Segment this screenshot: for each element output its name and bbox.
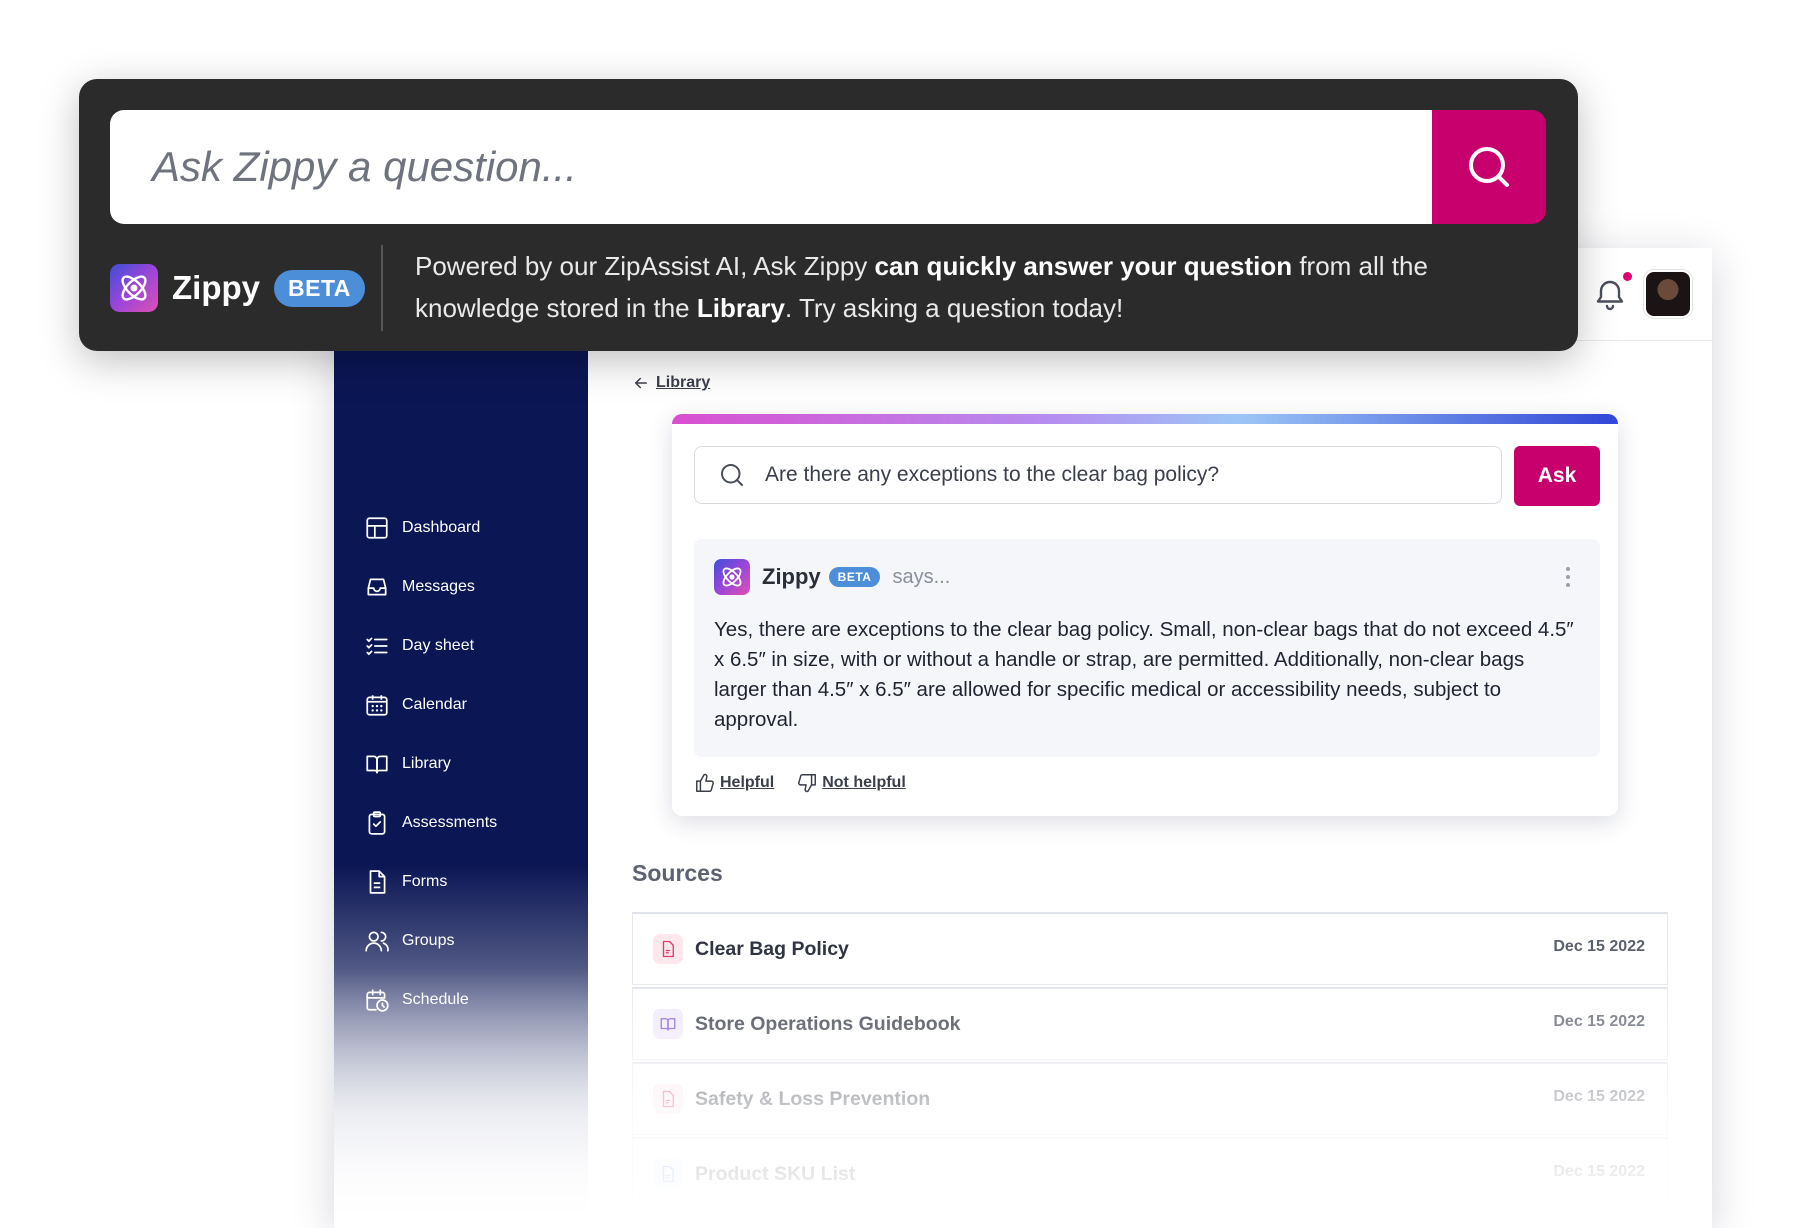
document-icon [653, 1159, 683, 1189]
source-date: Dec 15 2022 [1553, 1013, 1645, 1030]
zippy-logo-icon [110, 264, 158, 312]
calendar-icon [366, 694, 388, 716]
sidebar-item-calendar[interactable]: Calendar [364, 675, 584, 734]
source-row[interactable]: Safety & Loss Prevention Dec 15 2022 [632, 1062, 1668, 1135]
thumbs-up-icon [696, 773, 714, 792]
sidebar-item-groups[interactable]: Groups [364, 911, 584, 970]
search-icon [721, 464, 743, 486]
sidebar-item-label: Messages [402, 577, 475, 595]
source-title: Product SKU List [695, 1162, 856, 1185]
inbox-icon [367, 578, 387, 595]
helpful-button[interactable]: Helpful [694, 772, 774, 794]
card-gradient-bar [672, 414, 1618, 424]
source-row[interactable]: Clear Bag Policy Dec 15 2022 [632, 912, 1668, 985]
sidebar-item-assessments[interactable]: Assessments [364, 793, 584, 852]
pdf-icon [653, 1084, 683, 1114]
source-date: Dec 15 2022 [1553, 1163, 1645, 1180]
zippy-answer-card: Are there any exceptions to the clear ba… [672, 414, 1618, 816]
answer-box: Zippy BETA says... Yes, there are except… [694, 539, 1600, 757]
sidebar-item-label: Dashboard [402, 518, 481, 536]
beta-badge: BETA [274, 269, 365, 307]
source-title: Clear Bag Policy [695, 937, 849, 960]
ask-button[interactable]: Ask [1514, 446, 1600, 506]
source-date: Dec 15 2022 [1553, 938, 1645, 955]
zippy-brand: Zippy BETA [110, 264, 365, 312]
says-label: says... [892, 565, 951, 588]
not-helpful-button[interactable]: Not helpful [796, 772, 906, 794]
question-input[interactable]: Are there any exceptions to the clear ba… [694, 446, 1502, 504]
zippy-name: Zippy [762, 564, 821, 589]
sidebar-item-messages[interactable]: Messages [364, 557, 584, 616]
sidebar-item-day-sheet[interactable]: Day sheet [364, 616, 584, 675]
sources-list: Clear Bag Policy Dec 15 2022 Store Opera… [632, 912, 1668, 1212]
desc-part: . Try asking a question today! [785, 293, 1124, 323]
book-icon [366, 755, 388, 774]
sidebar-item-label: Library [402, 754, 451, 772]
desc-part: Powered by our ZipAssist AI, Ask Zippy [415, 251, 875, 281]
sidebar-item-library[interactable]: Library [364, 734, 584, 793]
ask-zippy-placeholder: Ask Zippy a question... [152, 143, 577, 190]
breadcrumb[interactable]: Library [632, 374, 710, 392]
sidebar-item-forms[interactable]: Forms [364, 852, 584, 911]
sidebar-item-label: Day sheet [402, 636, 475, 654]
sidebar: Dashboard Messages Day sheet Calendar Li… [334, 248, 588, 1228]
pdf-icon [653, 934, 683, 964]
not-helpful-label: Not helpful [822, 774, 906, 791]
arrow-left-icon [635, 377, 647, 389]
avatar[interactable] [1644, 270, 1692, 318]
overlay-description: Powered by our ZipAssist AI, Ask Zippy c… [415, 245, 1525, 329]
brand-name: Zippy [172, 269, 260, 306]
desc-emphasis: can quickly answer your question [874, 251, 1293, 281]
source-date: Dec 15 2022 [1553, 1088, 1645, 1105]
answer-header: Zippy BETA says... [714, 559, 950, 595]
ask-zippy-input[interactable]: Ask Zippy a question... [110, 110, 1432, 224]
sidebar-nav: Dashboard Messages Day sheet Calendar Li… [364, 498, 584, 1029]
sources-title: Sources [632, 860, 723, 886]
desc-emphasis: Library [696, 293, 786, 323]
clipboard-check-icon [368, 810, 386, 835]
book-icon [653, 1009, 683, 1039]
feedback-bar: Helpful Not helpful [694, 772, 928, 794]
sidebar-item-label: Groups [402, 931, 455, 949]
sidebar-item-label: Schedule [402, 990, 469, 1008]
dashboard-icon [366, 516, 388, 539]
sidebar-item-schedule[interactable]: Schedule [364, 970, 584, 1029]
search-button[interactable] [1432, 110, 1546, 224]
helpful-label: Helpful [720, 774, 775, 791]
notification-dot [1623, 272, 1632, 281]
thumbs-down-icon [798, 774, 817, 793]
source-title: Store Operations Guidebook [695, 1012, 961, 1035]
sidebar-item-label: Forms [402, 872, 448, 890]
answer-text: Yes, there are exceptions to the clear b… [714, 618, 1574, 731]
users-icon [365, 930, 389, 952]
zippy-logo-icon [714, 559, 750, 595]
ask-zippy-panel: Ask Zippy a question... Zippy BETA Power… [79, 79, 1578, 351]
source-row[interactable]: Product SKU List Dec 15 2022 [632, 1137, 1668, 1210]
divider [381, 245, 383, 331]
sidebar-item-label: Assessments [402, 813, 498, 831]
calendar-clock-icon [366, 988, 389, 1012]
breadcrumb-library-link[interactable]: Library [656, 374, 710, 392]
question-text: Are there any exceptions to the clear ba… [765, 463, 1220, 486]
bell-icon[interactable] [1592, 276, 1628, 312]
sidebar-item-dashboard[interactable]: Dashboard [364, 498, 584, 557]
app-window: Dashboard Messages Day sheet Calendar Li… [334, 248, 1712, 1228]
main-content: Library Are there any exceptions to the … [588, 340, 1712, 1228]
source-title: Safety & Loss Prevention [695, 1087, 931, 1110]
source-row[interactable]: Store Operations Guidebook Dec 15 2022 [632, 987, 1668, 1060]
beta-badge: BETA [828, 567, 881, 587]
checklist-icon [366, 637, 388, 655]
search-icon [1469, 147, 1509, 187]
document-icon [369, 869, 386, 894]
more-options-icon[interactable] [1566, 567, 1572, 587]
sidebar-item-label: Calendar [402, 695, 467, 713]
